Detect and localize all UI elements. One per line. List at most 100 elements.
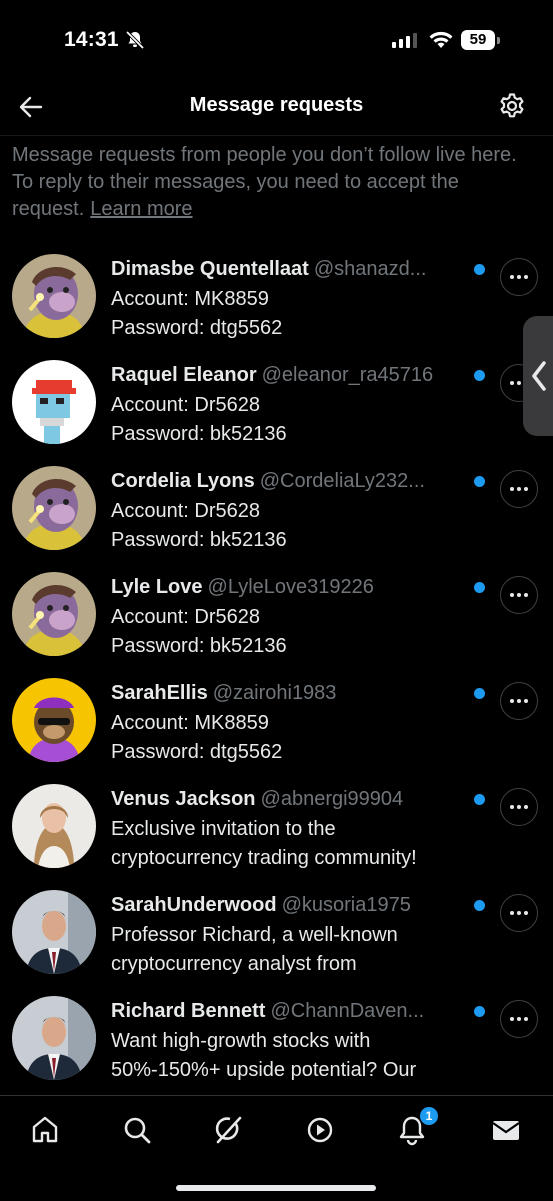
user-handle: @LyleLove319226: [207, 576, 374, 598]
name-line: Cordelia Lyons @CordeliaLy232...: [111, 468, 461, 494]
more-options-button[interactable]: [500, 470, 538, 508]
name-line: SarahUnderwood @kusoria1975: [111, 892, 461, 918]
user-handle: @ChannDaven...: [270, 1000, 425, 1022]
intro-description: Message requests from people you don’t f…: [12, 144, 517, 220]
name-line: SarahEllis @zairohi1983: [111, 680, 461, 706]
more-options-button[interactable]: [500, 1000, 538, 1038]
ape-purple-avatar[interactable]: [12, 466, 96, 550]
bell-muted-icon: [125, 30, 145, 50]
user-handle: @CordeliaLy232...: [259, 470, 425, 492]
video-icon[interactable]: [302, 1112, 338, 1148]
message-line-1: Account: Dr5628: [111, 500, 260, 522]
message-preview: Exclusive invitation to the cryptocurren…: [111, 815, 491, 873]
message-line-1: Professor Richard, a well-known: [111, 924, 398, 946]
name-line: Richard Bennett @ChannDaven...: [111, 998, 461, 1024]
message-preview: Account: MK8859 Password: dtg5562: [111, 709, 491, 767]
display-name: Cordelia Lyons: [111, 470, 255, 492]
unread-dot: [474, 688, 485, 699]
message-line-1: Account: Dr5628: [111, 394, 260, 416]
user-handle: @zairohi1983: [212, 682, 337, 704]
grok-icon[interactable]: [210, 1112, 246, 1148]
request-row[interactable]: Richard Bennett @ChannDaven... Want high-…: [0, 990, 553, 1096]
unread-dot: [474, 476, 485, 487]
request-row[interactable]: SarahEllis @zairohi1983 Account: MK8859 P…: [0, 672, 553, 778]
battery-cap: [497, 37, 500, 44]
display-name: Lyle Love: [111, 576, 203, 598]
ape-purple-avatar[interactable]: [12, 254, 96, 338]
messages-icon[interactable]: [488, 1112, 524, 1148]
page-title: Message requests: [189, 94, 364, 116]
message-line-2: 50%-150%+ upside potential? Our: [111, 1059, 417, 1081]
message-preview: Want high-growth stocks with 50%-150%+ u…: [111, 1027, 491, 1085]
unread-dot: [474, 582, 485, 593]
name-line: Dimasbe Quentellaat @shanazd...: [111, 256, 461, 282]
unread-dot: [474, 370, 485, 381]
learn-more-link[interactable]: Learn more: [90, 198, 192, 220]
request-row[interactable]: Raquel Eleanor @eleanor_ra45716 Account: …: [0, 354, 553, 460]
message-line-2: Password: dtg5562: [111, 741, 283, 763]
more-options-button[interactable]: [500, 894, 538, 932]
ape-yellow-avatar[interactable]: [12, 678, 96, 762]
display-name: Venus Jackson: [111, 788, 256, 810]
cellular-signal-icon: [392, 33, 417, 48]
more-options-button[interactable]: [500, 682, 538, 720]
user-handle: @shanazd...: [313, 258, 427, 280]
message-preview: Account: Dr5628 Password: bk52136: [111, 497, 491, 555]
message-line-2: Password: dtg5562: [111, 317, 283, 339]
status-time: 14:31: [64, 28, 119, 51]
search-icon[interactable]: [119, 1112, 155, 1148]
user-handle: @kusoria1975: [281, 894, 411, 916]
display-name: SarahEllis: [111, 682, 208, 704]
name-line: Raquel Eleanor @eleanor_ra45716: [111, 362, 461, 388]
message-line-2: cryptocurrency analyst from: [111, 953, 357, 975]
intro-text: Message requests from people you don’t f…: [12, 142, 542, 223]
home-icon[interactable]: [27, 1112, 63, 1148]
message-line-1: Account: Dr5628: [111, 606, 260, 628]
message-line-1: Account: MK8859: [111, 288, 269, 310]
woman-photo-avatar[interactable]: [12, 784, 96, 868]
header-divider: [0, 135, 553, 136]
unread-dot: [474, 900, 485, 911]
unread-dot: [474, 794, 485, 805]
status-bar: 14:31 59: [0, 0, 553, 80]
pixel-punk-avatar[interactable]: [12, 360, 96, 444]
request-row[interactable]: Venus Jackson @abnergi99904 Exclusive inv…: [0, 778, 553, 884]
unread-dot: [474, 264, 485, 275]
request-row[interactable]: Dimasbe Quentellaat @shanazd... Account: …: [0, 248, 553, 354]
user-handle: @eleanor_ra45716: [261, 364, 434, 386]
man-suit-photo-avatar[interactable]: [12, 890, 96, 974]
user-handle: @abnergi99904: [260, 788, 404, 810]
message-line-1: Account: MK8859: [111, 712, 269, 734]
message-line-2: Password: bk52136: [111, 635, 287, 657]
message-line-2: cryptocurrency trading community!: [111, 847, 417, 869]
man-suit-photo-avatar[interactable]: [12, 996, 96, 1080]
top-bar: Message requests: [0, 80, 553, 135]
wifi-icon: [429, 31, 453, 48]
message-line-2: Password: bk52136: [111, 529, 287, 551]
display-name: Dimasbe Quentellaat: [111, 258, 309, 280]
chevron-left-icon: [532, 361, 546, 391]
message-preview: Professor Richard, a well-known cryptocu…: [111, 921, 491, 979]
message-preview: Account: Dr5628 Password: bk52136: [111, 603, 491, 661]
request-row[interactable]: SarahUnderwood @kusoria1975 Professor Ric…: [0, 884, 553, 990]
message-preview: Account: MK8859 Password: dtg5562: [111, 285, 491, 343]
name-line: Lyle Love @LyleLove319226: [111, 574, 461, 600]
request-row[interactable]: Cordelia Lyons @CordeliaLy232... Account:…: [0, 460, 553, 566]
message-line-1: Exclusive invitation to the: [111, 818, 336, 840]
more-options-button[interactable]: [500, 788, 538, 826]
battery-indicator: 59: [461, 30, 495, 50]
home-indicator: [176, 1185, 376, 1191]
more-options-button[interactable]: [500, 258, 538, 296]
unread-dot: [474, 1006, 485, 1017]
side-panel-handle[interactable]: [523, 316, 553, 436]
display-name: Raquel Eleanor: [111, 364, 257, 386]
request-row[interactable]: Lyle Love @LyleLove319226 Account: Dr5628…: [0, 566, 553, 672]
gear-icon[interactable]: [498, 92, 526, 120]
ape-purple-avatar[interactable]: [12, 572, 96, 656]
more-options-button[interactable]: [500, 576, 538, 614]
display-name: Richard Bennett: [111, 1000, 266, 1022]
message-line-1: Want high-growth stocks with: [111, 1030, 371, 1052]
notification-badge: 1: [420, 1107, 438, 1125]
message-preview: Account: Dr5628 Password: bk52136: [111, 391, 491, 449]
name-line: Venus Jackson @abnergi99904: [111, 786, 461, 812]
